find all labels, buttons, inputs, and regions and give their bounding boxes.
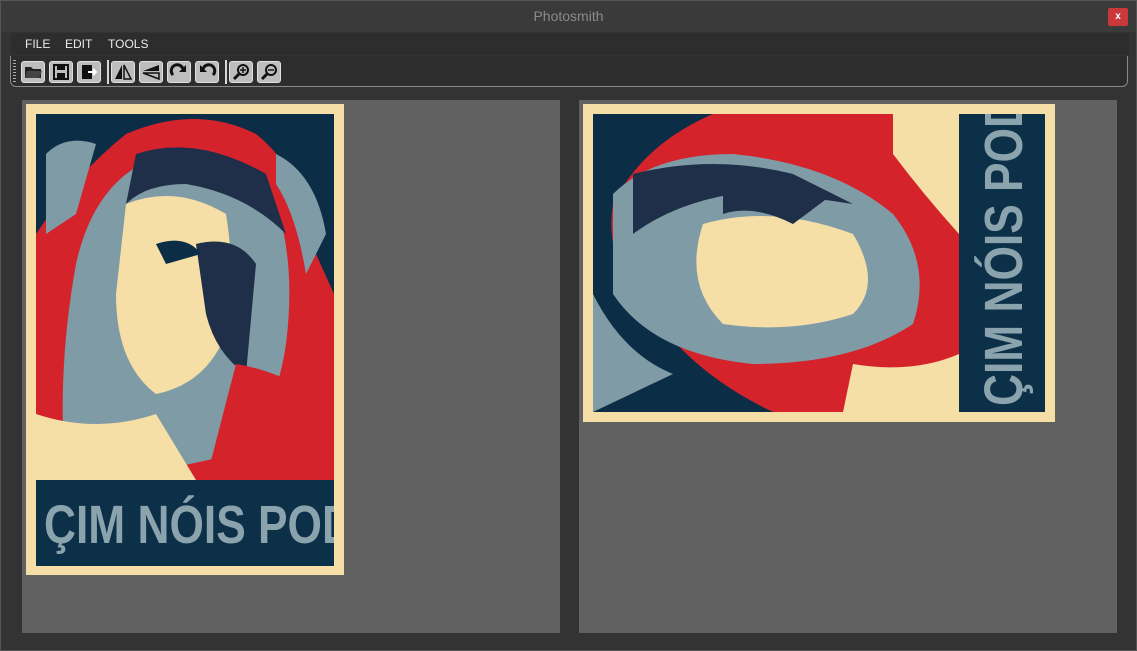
flip-vertical-icon bbox=[142, 65, 160, 81]
menu-edit[interactable]: EDIT bbox=[65, 37, 92, 51]
folder-open-icon bbox=[25, 67, 42, 78]
flip-horizontal-button[interactable] bbox=[111, 61, 135, 83]
open-button[interactable] bbox=[21, 61, 45, 83]
window-title: Photosmith bbox=[533, 8, 604, 24]
slogan-text: ÇIM NÓIS PODE bbox=[44, 495, 334, 555]
zoom-out-button[interactable] bbox=[257, 61, 281, 83]
toolbar-separator bbox=[107, 60, 109, 84]
slogan-banner: ÇIM NÓIS PODE bbox=[36, 480, 334, 566]
slogan-text: ÇIM NÓIS PODE bbox=[974, 114, 1034, 406]
menu-file[interactable]: FILE bbox=[25, 37, 50, 51]
rotated-image-panel[interactable]: ÇIM NÓIS PODE bbox=[579, 100, 1117, 633]
zoom-in-button[interactable] bbox=[229, 61, 253, 83]
export-button[interactable] bbox=[77, 61, 101, 83]
export-icon bbox=[82, 65, 98, 79]
save-button[interactable] bbox=[49, 61, 73, 83]
rotate-left-icon bbox=[200, 63, 217, 77]
title-bar[interactable]: Photosmith x bbox=[1, 1, 1136, 32]
zoom-in-icon bbox=[232, 64, 249, 81]
rotate-right-button[interactable] bbox=[167, 61, 191, 83]
toolbar bbox=[10, 56, 1128, 87]
rotated-portrait-artwork bbox=[593, 114, 959, 412]
menu-bar: FILE EDIT TOOLS bbox=[11, 33, 1129, 55]
portrait-image bbox=[36, 114, 334, 480]
rotated-image: ÇIM NÓIS PODE bbox=[583, 104, 1055, 422]
toolbar-separator bbox=[225, 60, 227, 84]
rotate-right-icon bbox=[169, 63, 186, 77]
original-image: ÇIM NÓIS PODE bbox=[26, 104, 344, 575]
close-button[interactable]: x bbox=[1108, 8, 1128, 26]
floppy-disk-icon bbox=[53, 64, 69, 80]
menu-tools[interactable]: TOOLS bbox=[108, 37, 148, 51]
app-window: Photosmith x FILE EDIT TOOLS ÇIM NÓIS PO… bbox=[0, 0, 1137, 651]
zoom-out-icon bbox=[260, 64, 277, 81]
flip-vertical-button[interactable] bbox=[139, 61, 163, 83]
slogan-banner: ÇIM NÓIS PODE bbox=[959, 114, 1045, 412]
rotated-portrait-image bbox=[593, 114, 959, 412]
portrait-artwork bbox=[36, 114, 334, 480]
flip-horizontal-icon bbox=[115, 64, 133, 80]
toolbar-grip[interactable] bbox=[13, 60, 16, 82]
rotate-left-button[interactable] bbox=[195, 61, 219, 83]
original-image-panel[interactable]: ÇIM NÓIS PODE bbox=[22, 100, 560, 633]
